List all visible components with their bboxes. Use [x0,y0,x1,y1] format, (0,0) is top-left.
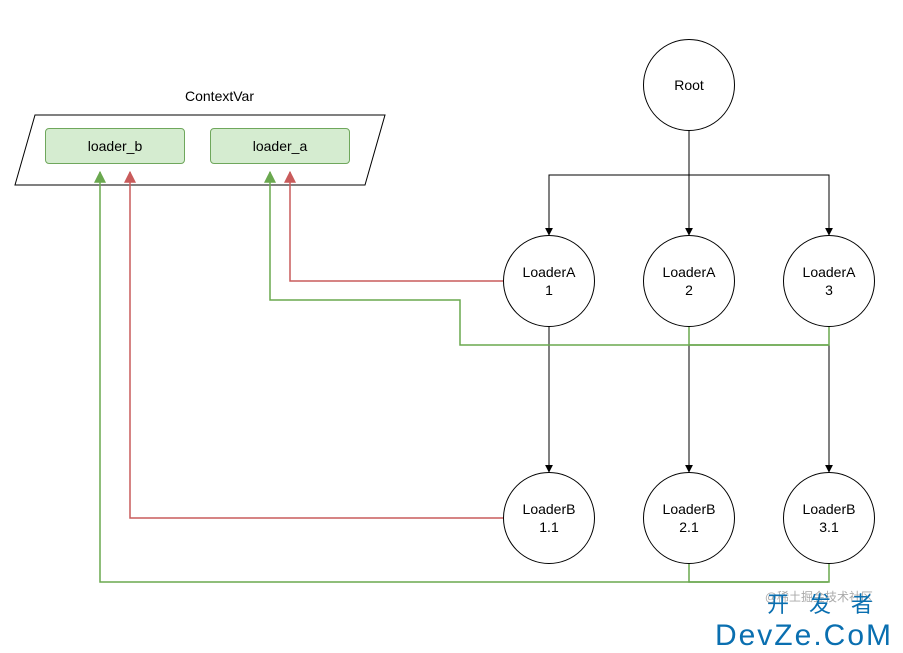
loader-a-label: loader_a [253,137,308,155]
loader-b-21-node: LoaderB2.1 [643,472,735,564]
root-node: Root [643,39,735,131]
loader-a-2-label: LoaderA2 [663,263,716,299]
loader-a-1-node: LoaderA1 [503,235,595,327]
loader-b-label: loader_b [88,137,143,155]
loader-b-21-label: LoaderB2.1 [663,500,716,536]
loader-a-2-node: LoaderA2 [643,235,735,327]
loader-b-31-label: LoaderB3.1 [803,500,856,536]
root-label: Root [674,76,704,94]
brand-text: 开发者 DevZe.CoM [715,587,893,653]
loader-b-31-node: LoaderB3.1 [783,472,875,564]
loader-b-box: loader_b [45,128,185,164]
contextvar-title: ContextVar [185,88,254,104]
connectors-layer [0,0,903,653]
loader-a-1-label: LoaderA1 [523,263,576,299]
loader-b-11-label: LoaderB1.1 [523,500,576,536]
loader-a-box: loader_a [210,128,350,164]
loader-a-3-label: LoaderA3 [803,263,856,299]
loader-a-3-node: LoaderA3 [783,235,875,327]
loader-b-11-node: LoaderB1.1 [503,472,595,564]
